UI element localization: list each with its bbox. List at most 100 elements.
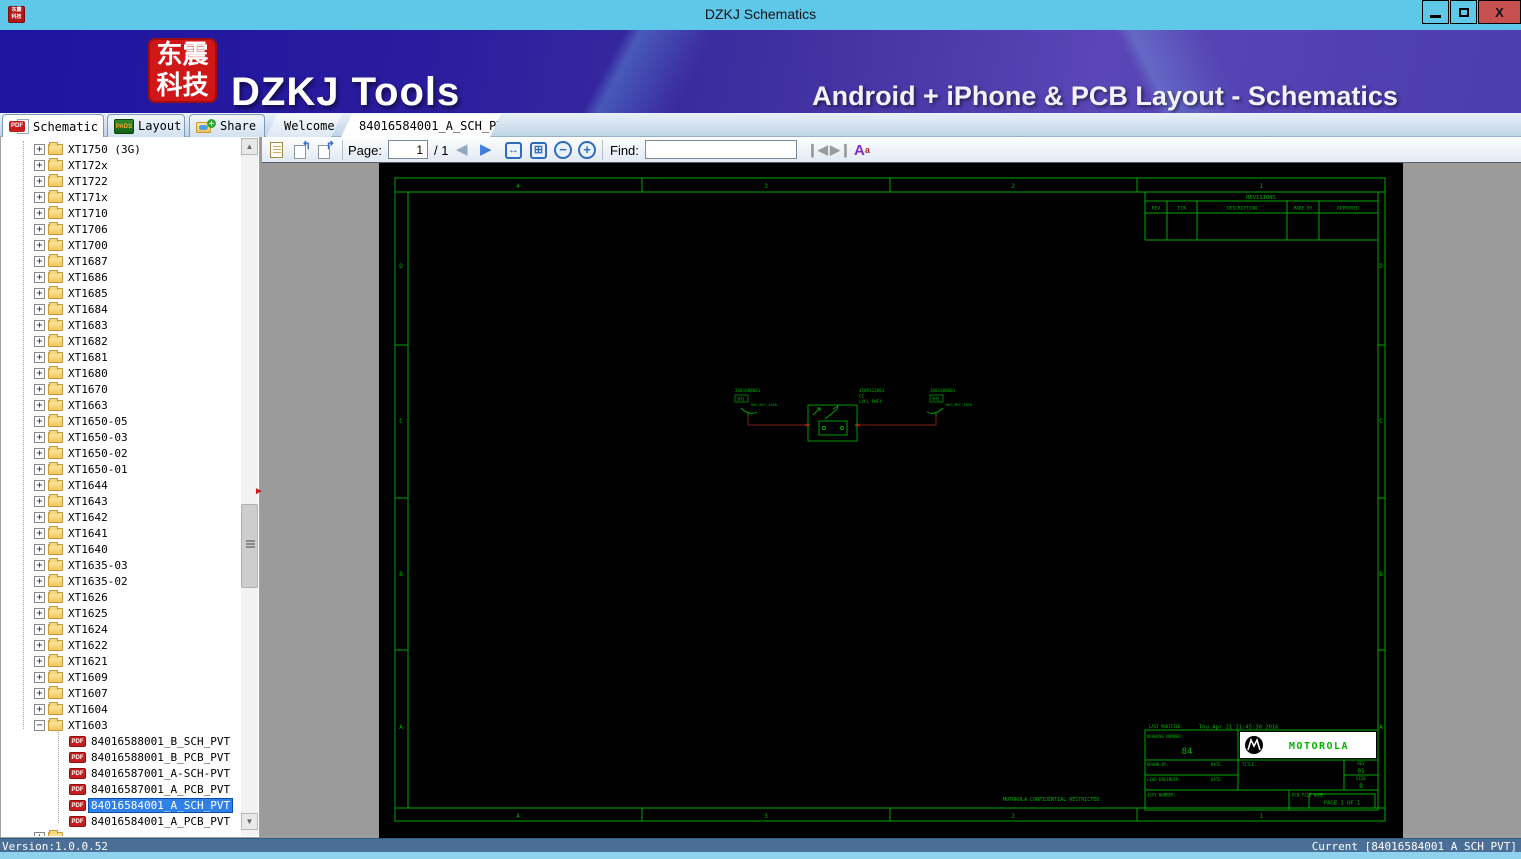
tree-folder[interactable]: + XT1640 — [1, 541, 239, 557]
expand-icon[interactable]: + — [34, 479, 45, 491]
tree-folder[interactable]: + XT1625 — [1, 605, 239, 621]
expand-icon[interactable]: + — [34, 287, 45, 299]
expand-icon[interactable]: + — [34, 191, 45, 203]
tree-folder[interactable]: + XT1684 — [1, 301, 239, 317]
tree-folder[interactable]: + XT1644 — [1, 477, 239, 493]
tree-folder[interactable]: + XT1643 — [1, 493, 239, 509]
expand-icon[interactable]: + — [34, 367, 45, 379]
tree-folder[interactable]: + XT1650-01 — [1, 461, 239, 477]
expand-icon[interactable]: + — [34, 431, 45, 443]
expand-icon[interactable]: + — [34, 159, 45, 171]
expand-icon[interactable]: + — [34, 447, 45, 459]
tree-folder[interactable]: + XT1621 — [1, 653, 239, 669]
minimize-button[interactable] — [1422, 0, 1449, 24]
expand-icon[interactable]: + — [34, 639, 45, 651]
expand-icon[interactable]: + — [34, 351, 45, 363]
tree-folder[interactable]: + XT1642 — [1, 509, 239, 525]
scroll-down-icon[interactable]: ▼ — [241, 813, 258, 830]
tree-folder[interactable]: + XT1700 — [1, 237, 239, 253]
tab-close-icon[interactable]: ✕ — [519, 119, 524, 132]
match-case-button[interactable]: Aa — [854, 137, 870, 163]
tree-folder[interactable]: + XT1622 — [1, 637, 239, 653]
fit-page-button[interactable]: ⊞ — [530, 137, 547, 163]
tree-folder[interactable]: + XT1710 — [1, 205, 239, 221]
tree-folder[interactable]: + XT1624 — [1, 621, 239, 637]
tree-folder[interactable]: + XT1641 — [1, 525, 239, 541]
expand-icon[interactable]: + — [34, 223, 45, 235]
expand-icon[interactable]: + — [34, 271, 45, 283]
collapse-icon[interactable]: − — [34, 719, 45, 731]
expand-icon[interactable]: + — [34, 415, 45, 427]
expand-icon[interactable]: + — [34, 831, 45, 836]
copy-button[interactable] — [270, 137, 283, 163]
scroll-up-icon[interactable]: ▲ — [241, 138, 258, 155]
rotate-right-button[interactable]: ↱ — [318, 137, 335, 163]
tree-folder[interactable]: + XT1609 — [1, 669, 239, 685]
expand-icon[interactable]: + — [34, 239, 45, 251]
page-next-button[interactable]: ▶ — [480, 137, 492, 163]
tree-folder[interactable]: + XT1680 — [1, 365, 239, 381]
zoom-in-button[interactable]: + — [578, 137, 596, 163]
zoom-out-button[interactable]: − — [554, 137, 572, 163]
tree-folder[interactable]: + XT1687 — [1, 253, 239, 269]
expand-icon[interactable]: + — [34, 383, 45, 395]
tree-folder[interactable]: + XT1682 — [1, 333, 239, 349]
expand-icon[interactable]: + — [34, 671, 45, 683]
tab-layout[interactable]: PADS Layout — [107, 114, 185, 137]
tree-file[interactable]: PDF 84016587001_A_PCB_PVT — [1, 781, 239, 797]
tree-folder[interactable]: + XT1635-03 — [1, 557, 239, 573]
expand-icon[interactable]: + — [34, 591, 45, 603]
scrollbar-thumb[interactable] — [241, 504, 258, 588]
expand-icon[interactable]: + — [34, 607, 45, 619]
tree-file[interactable]: PDF 84016584001_A_PCB_PVT — [1, 813, 239, 829]
expand-icon[interactable]: + — [34, 559, 45, 571]
tree-folder[interactable]: + XT1681 — [1, 349, 239, 365]
tree-folder[interactable]: + XT1750 (3G) — [1, 141, 239, 157]
tree-folder[interactable]: + XT1683 — [1, 317, 239, 333]
tree-folder[interactable]: + XT1685 — [1, 285, 239, 301]
tree-folder[interactable]: + XT1663 — [1, 397, 239, 413]
page-input[interactable] — [388, 140, 428, 159]
expand-icon[interactable]: + — [34, 399, 45, 411]
expand-icon[interactable]: + — [34, 463, 45, 475]
tree-file[interactable]: PDF 84016588001_B_SCH_PVT — [1, 733, 239, 749]
tree-folder[interactable]: + XT1604 — [1, 701, 239, 717]
expand-icon[interactable]: + — [34, 575, 45, 587]
tree-folder[interactable]: + XT1650-02 — [1, 445, 239, 461]
find-next-button[interactable]: ▶❙ — [830, 137, 851, 163]
expand-icon[interactable]: + — [34, 703, 45, 715]
fit-width-button[interactable]: ↔ — [505, 137, 522, 163]
tree-folder[interactable]: + XT1722 — [1, 173, 239, 189]
expand-icon[interactable]: + — [34, 527, 45, 539]
expand-icon[interactable]: + — [34, 495, 45, 507]
tree-folder[interactable]: + XT1607 — [1, 685, 239, 701]
tree-file[interactable]: PDF 84016588001_B_PCB_PVT — [1, 749, 239, 765]
tab-welcome[interactable]: Welcome — [266, 114, 342, 137]
expand-icon[interactable]: + — [34, 319, 45, 331]
expand-icon[interactable]: + — [34, 687, 45, 699]
tree-folder-partial[interactable]: + — [1, 829, 239, 836]
expand-icon[interactable]: + — [34, 207, 45, 219]
tree-folder[interactable]: + XT171x — [1, 189, 239, 205]
expand-icon[interactable]: + — [34, 303, 45, 315]
maximize-button[interactable] — [1450, 0, 1477, 24]
splitter-collapse-icon[interactable]: ► — [254, 486, 264, 497]
expand-icon[interactable]: + — [34, 175, 45, 187]
tree-file[interactable]: PDF 84016584001_A_SCH_PVT — [1, 797, 239, 813]
tree-file[interactable]: PDF 84016587001_A-SCH-PVT — [1, 765, 239, 781]
tree-folder[interactable]: + XT172x — [1, 157, 239, 173]
tree-folder[interactable]: − XT1603 — [1, 717, 239, 733]
tree-folder[interactable]: + XT1626 — [1, 589, 239, 605]
tree-folder[interactable]: + XT1686 — [1, 269, 239, 285]
tab-document[interactable]: 84016584001_A_SCH_PVT ✕ — [341, 114, 501, 137]
tree-folder[interactable]: + XT1670 — [1, 381, 239, 397]
expand-icon[interactable]: + — [34, 255, 45, 267]
tree-folder[interactable]: + XT1635-02 — [1, 573, 239, 589]
page-prev-button[interactable]: ◀ — [456, 137, 468, 163]
expand-icon[interactable]: + — [34, 543, 45, 555]
expand-icon[interactable]: + — [34, 511, 45, 523]
tree-folder[interactable]: + XT1650-05 — [1, 413, 239, 429]
tree-folder[interactable]: + XT1706 — [1, 221, 239, 237]
tree-folder[interactable]: + XT1650-03 — [1, 429, 239, 445]
close-button[interactable]: X — [1478, 0, 1521, 24]
